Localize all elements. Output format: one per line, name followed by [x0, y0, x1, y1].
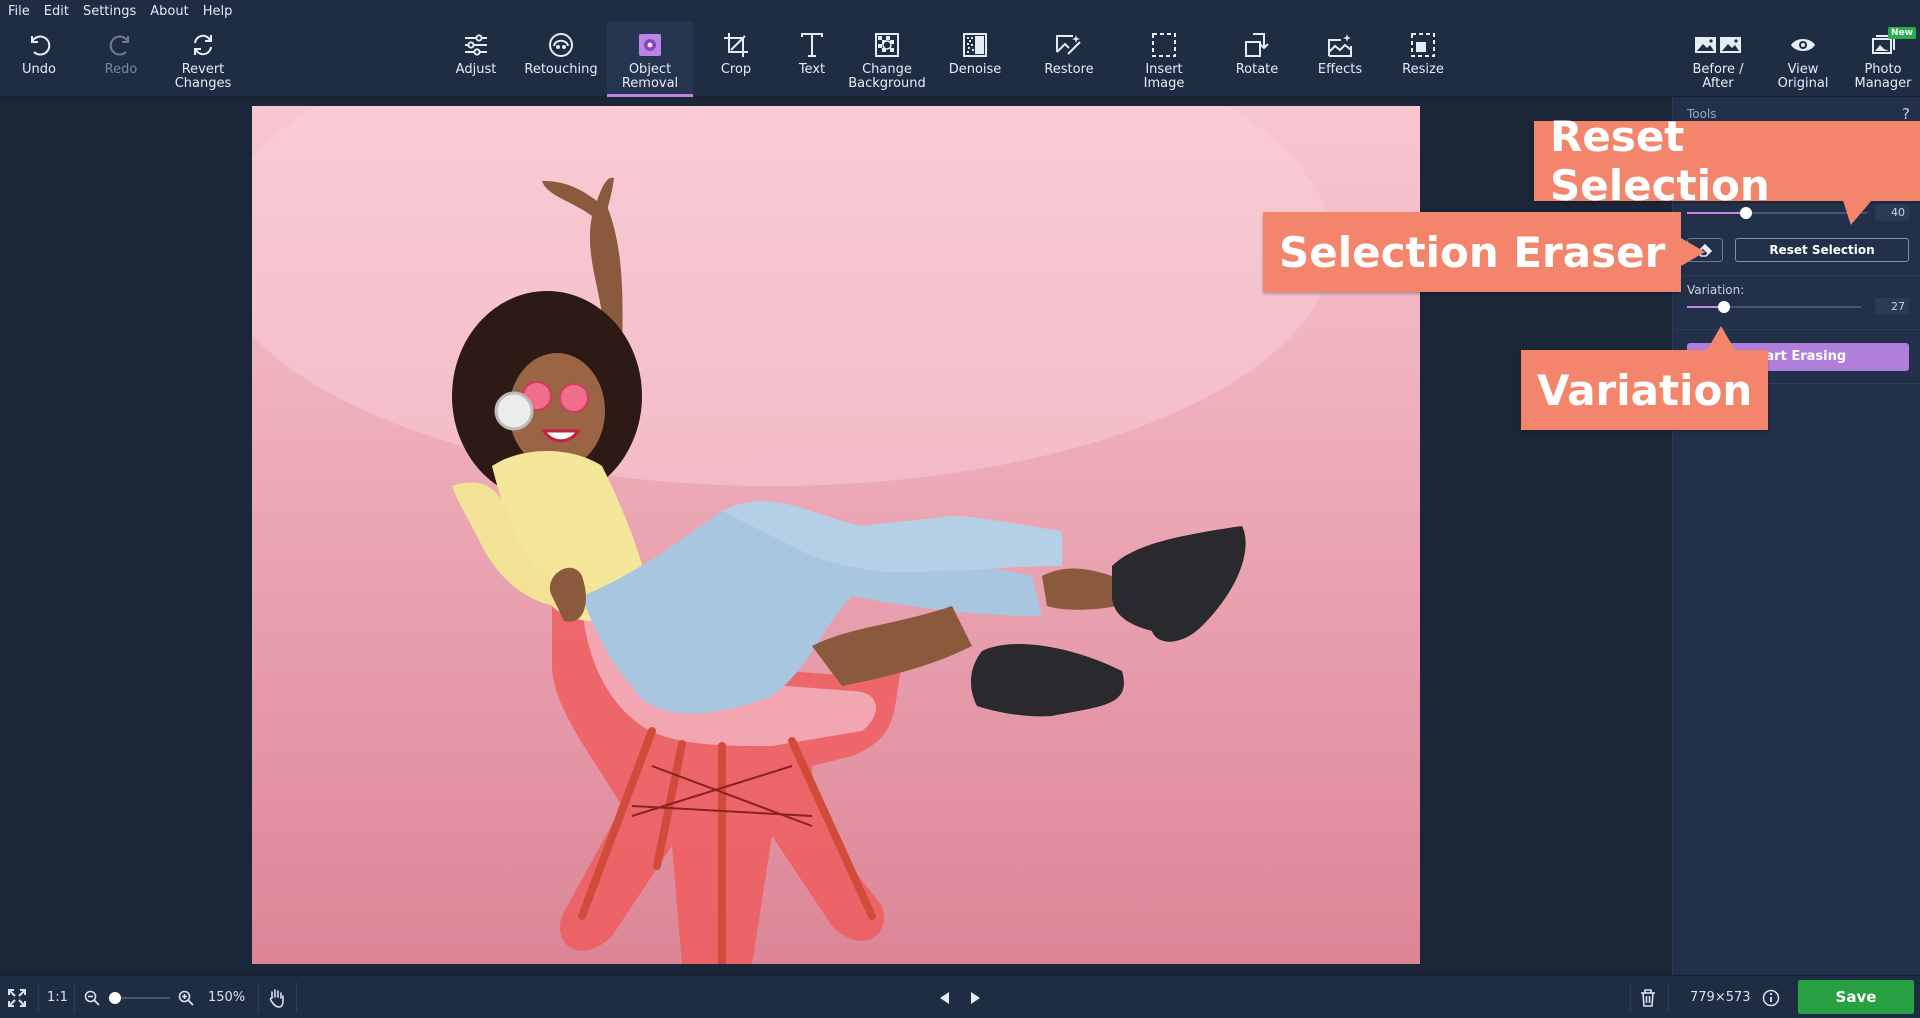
restore-wand-icon [1052, 28, 1086, 62]
change-background-label: Change Background [848, 62, 926, 91]
rotate-icon [1240, 28, 1274, 62]
callout-selection-eraser: Selection Eraser [1263, 212, 1706, 292]
crop-label: Crop [720, 62, 752, 77]
zoom-out-button[interactable] [84, 976, 100, 1018]
redo-icon [104, 28, 138, 62]
redo-button[interactable]: Redo [90, 22, 152, 97]
zoom-out-icon [84, 990, 100, 1006]
fullscreen-button[interactable] [8, 976, 26, 1018]
undo-button[interactable]: Undo [8, 22, 70, 97]
sliders-icon [459, 28, 493, 62]
rotate-tool[interactable]: Rotate [1224, 22, 1290, 97]
arrow-left-icon [940, 991, 949, 1004]
denoise-tool[interactable]: Denoise [940, 22, 1010, 97]
view-original-label: View Original [1777, 62, 1829, 91]
menu-bar: File Edit Settings About Help [0, 0, 1920, 22]
previous-image-button[interactable] [938, 976, 950, 1018]
denoise-icon [958, 28, 992, 62]
change-background-icon [870, 28, 904, 62]
menu-settings[interactable]: Settings [83, 4, 136, 19]
callout-variation: Variation [1521, 326, 1769, 430]
object-removal-icon [633, 28, 667, 62]
reset-selection-button[interactable]: Reset Selection [1735, 238, 1909, 262]
restore-tool[interactable]: Restore [1030, 22, 1108, 97]
before-after-button[interactable]: Before / After [1680, 22, 1756, 97]
adjust-label: Adjust [455, 62, 497, 77]
object-removal-tool[interactable]: Object Removal [607, 22, 693, 97]
trash-icon [1641, 988, 1655, 1007]
zoom-slider[interactable] [108, 992, 170, 1004]
tools-panel: Tools ? 40 Reset Selection Variation: 27… [1672, 97, 1920, 975]
revert-changes-label: Revert Changes [174, 62, 232, 91]
callout-reset-selection: Reset Selection [1534, 112, 1920, 225]
crop-icon [719, 28, 753, 62]
retouching-label: Retouching [524, 62, 598, 77]
arrow-right-icon [971, 991, 980, 1004]
resize-icon [1406, 28, 1440, 62]
next-image-button[interactable] [970, 976, 982, 1018]
save-button[interactable]: Save [1798, 980, 1914, 1014]
text-tool[interactable]: Text [780, 22, 844, 97]
resize-tool[interactable]: Resize [1390, 22, 1456, 97]
callout-variation-text: Variation [1537, 365, 1753, 415]
callout-selection-eraser-text: Selection Eraser [1279, 227, 1666, 277]
view-original-button[interactable]: View Original [1766, 22, 1840, 97]
zoom-level: 150% [208, 990, 246, 1005]
image-dimensions: 779×573 [1690, 990, 1751, 1005]
photo-manager-label: Photo Manager [1854, 62, 1912, 91]
restore-label: Restore [1044, 62, 1094, 77]
actual-size-button[interactable]: 1:1 [47, 976, 68, 1018]
undo-label: Undo [22, 62, 56, 77]
photo-manager-button[interactable]: Photo Manager New [1846, 22, 1920, 97]
refresh-icon [186, 28, 220, 62]
eye-icon [1786, 28, 1820, 62]
zoom-knob[interactable] [109, 992, 121, 1004]
effects-label: Effects [1317, 62, 1363, 77]
crop-tool[interactable]: Crop [704, 22, 768, 97]
effects-icon [1323, 28, 1357, 62]
object-removal-label: Object Removal [621, 62, 679, 91]
text-label: Text [798, 62, 826, 77]
rotate-label: Rotate [1235, 62, 1279, 77]
zoom-in-button[interactable] [178, 976, 194, 1018]
variation-label: Variation: [1687, 283, 1745, 297]
face-retouch-icon [544, 28, 578, 62]
adjust-tool[interactable]: Adjust [444, 22, 508, 97]
resize-label: Resize [1402, 62, 1444, 77]
variation-knob[interactable] [1718, 301, 1730, 313]
edited-photo[interactable] [252, 106, 1420, 964]
denoise-label: Denoise [948, 62, 1002, 77]
before-after-icon [1693, 28, 1743, 62]
undo-icon [22, 28, 56, 62]
callout-reset-selection-text: Reset Selection [1550, 112, 1770, 210]
menu-help[interactable]: Help [203, 4, 233, 19]
info-icon [1762, 989, 1780, 1006]
toolbar: Undo Redo Revert Changes Adjust Retouchi… [0, 22, 1920, 97]
zoom-in-icon [178, 990, 194, 1006]
new-badge: New [1888, 27, 1916, 39]
insert-image-tool[interactable]: Insert Image [1124, 22, 1204, 97]
delete-button[interactable] [1640, 976, 1656, 1018]
menu-file[interactable]: File [8, 4, 30, 19]
panel-divider [1673, 275, 1920, 276]
insert-image-icon [1147, 28, 1181, 62]
change-background-tool[interactable]: Change Background [846, 22, 928, 97]
before-after-label: Before / After [1692, 62, 1744, 91]
status-bar: 1:1 150% 779×573 Save [0, 975, 1920, 1018]
variation-slider[interactable] [1687, 301, 1861, 313]
menu-about[interactable]: About [150, 4, 188, 19]
retouching-tool[interactable]: Retouching [520, 22, 602, 97]
redo-label: Redo [104, 62, 138, 77]
revert-changes-button[interactable]: Revert Changes [166, 22, 240, 97]
text-icon [795, 28, 829, 62]
effects-tool[interactable]: Effects [1306, 22, 1374, 97]
hand-icon [269, 988, 284, 1008]
variation-value[interactable]: 27 [1875, 298, 1909, 315]
fullscreen-icon [8, 988, 26, 1007]
info-button[interactable] [1762, 976, 1780, 1018]
insert-image-label: Insert Image [1143, 62, 1185, 91]
menu-edit[interactable]: Edit [44, 4, 69, 19]
hand-tool-button[interactable] [268, 976, 286, 1018]
